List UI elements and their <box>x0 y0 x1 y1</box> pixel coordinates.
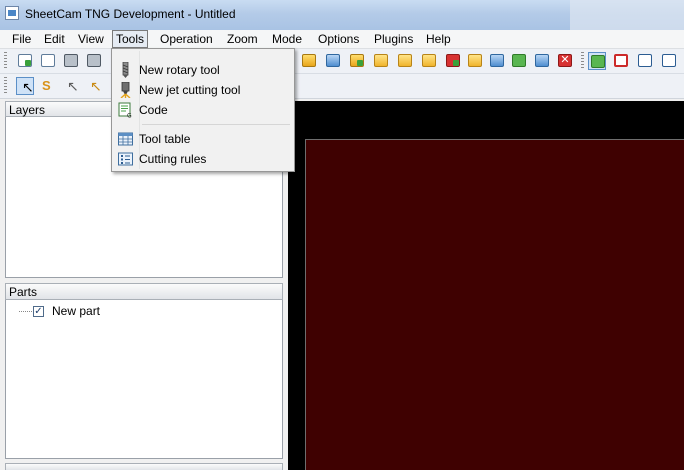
menu-file[interactable]: File <box>9 31 34 47</box>
op-button-5[interactable] <box>396 52 414 70</box>
path-icon <box>638 54 652 67</box>
operation-icon <box>490 54 504 67</box>
print-button[interactable] <box>62 52 80 70</box>
op-button-3[interactable] <box>348 52 366 70</box>
operation-icon <box>302 54 316 67</box>
drawing-canvas[interactable] <box>288 101 684 470</box>
operation-icon <box>422 54 436 67</box>
op-button-4[interactable] <box>372 52 390 70</box>
lead-mode-button[interactable]: ↖ <box>85 77 103 95</box>
direction-mode-button[interactable]: ↖ <box>62 77 80 95</box>
curve-view-button[interactable] <box>660 52 678 70</box>
menu-options[interactable]: Options <box>315 31 362 47</box>
operation-icon <box>446 54 460 67</box>
lead-icon: ↖ <box>90 78 102 94</box>
next-panel-header <box>5 463 283 470</box>
material-sheet[interactable] <box>305 139 684 470</box>
code-icon: G <box>118 102 132 119</box>
post-process-button[interactable] <box>85 52 103 70</box>
edit-file-button[interactable] <box>39 52 57 70</box>
menu-item-label: New rotary tool <box>139 63 220 77</box>
layers-view-button[interactable] <box>588 52 606 70</box>
menu-operation[interactable]: Operation <box>157 31 216 47</box>
title-bar: SheetCam TNG Development - Untitled <box>0 0 684 31</box>
op-button-2[interactable] <box>324 52 342 70</box>
start-point-icon: S <box>42 78 51 93</box>
curve-icon <box>662 54 676 67</box>
cutting-rules-icon <box>118 152 133 166</box>
direction-icon: ↖ <box>67 78 79 94</box>
toolbar-grip[interactable] <box>4 52 7 70</box>
mode-toolbar: ↖ S ↖ ↖ <box>0 74 684 99</box>
menu-item-code[interactable]: G Code <box>114 100 292 120</box>
menu-bar: File Edit View Tools Operation Zoom Mode… <box>0 30 684 49</box>
tools-menu-dropdown: New rotary tool New jet cutting tool G C… <box>111 48 295 172</box>
menu-edit[interactable]: Edit <box>41 31 68 47</box>
layers-icon <box>591 55 605 68</box>
delete-icon: ✕ <box>558 54 572 67</box>
menu-mode[interactable]: Mode <box>269 31 305 47</box>
toolbar-grip[interactable] <box>4 77 7 95</box>
part-label[interactable]: New part <box>52 304 100 318</box>
operation-icon <box>512 54 526 67</box>
op-button-9[interactable] <box>488 52 506 70</box>
delete-button[interactable]: ✕ <box>556 52 574 70</box>
op-button-6[interactable] <box>420 52 438 70</box>
menu-item-cutting-rules[interactable]: Cutting rules <box>114 149 292 169</box>
menu-help[interactable]: Help <box>423 31 454 47</box>
operation-icon <box>398 54 412 67</box>
window-title: SheetCam TNG Development - Untitled <box>25 7 236 21</box>
menu-plugins[interactable]: Plugins <box>371 31 416 47</box>
menu-item-label: Tool table <box>139 132 191 146</box>
menu-item-tool-table[interactable]: Tool table <box>114 129 292 149</box>
start-point-mode-button[interactable]: S <box>39 77 57 95</box>
edit-file-icon <box>41 54 55 67</box>
op-button-7[interactable] <box>444 52 462 70</box>
menu-view[interactable]: View <box>75 31 107 47</box>
title-bar-blank <box>570 0 684 30</box>
printer-icon <box>64 54 78 67</box>
menu-item-label: Cutting rules <box>139 152 207 166</box>
menu-zoom[interactable]: Zoom <box>224 31 261 47</box>
part-visibility-checkbox[interactable]: ✓ <box>33 306 44 317</box>
menu-item-label: Code <box>139 103 168 117</box>
export-icon <box>87 54 101 67</box>
tool-table-icon <box>118 132 133 146</box>
svg-text:G: G <box>127 113 132 119</box>
parts-panel-header: Parts <box>5 283 283 300</box>
parts-panel-title: Parts <box>9 285 38 299</box>
menu-tools[interactable]: Tools <box>112 30 149 48</box>
operation-add-icon <box>350 54 364 67</box>
op-button-1[interactable] <box>300 52 318 70</box>
parts-panel[interactable]: ✓ New part <box>5 300 283 459</box>
menu-item-new-rotary-tool[interactable]: New rotary tool <box>114 60 292 80</box>
toolbar-grip[interactable] <box>581 52 584 70</box>
rotary-tool-icon <box>122 62 129 78</box>
layers-panel-title: Layers <box>9 103 46 117</box>
new-file-icon <box>18 54 32 67</box>
operation-icon <box>468 54 482 67</box>
main-toolbar: ✕ <box>0 49 684 74</box>
pointer-icon: ↖ <box>22 79 34 95</box>
paths-view-button[interactable] <box>636 52 654 70</box>
op-button-11[interactable] <box>533 52 551 70</box>
shapes-view-button[interactable] <box>612 52 630 70</box>
operation-icon <box>326 54 340 67</box>
jet-tool-icon <box>120 82 131 98</box>
app-icon <box>5 6 19 20</box>
menu-item-label: New jet cutting tool <box>139 83 241 97</box>
new-file-button[interactable] <box>16 52 34 70</box>
shapes-icon <box>614 54 628 67</box>
op-button-8[interactable] <box>466 52 484 70</box>
operation-icon <box>374 54 388 67</box>
op-button-10[interactable] <box>510 52 528 70</box>
select-mode-button[interactable]: ↖ <box>16 77 34 95</box>
operation-icon <box>535 54 549 67</box>
menu-item-new-jet-cutting-tool[interactable]: New jet cutting tool <box>114 80 292 100</box>
menu-separator <box>142 124 290 125</box>
